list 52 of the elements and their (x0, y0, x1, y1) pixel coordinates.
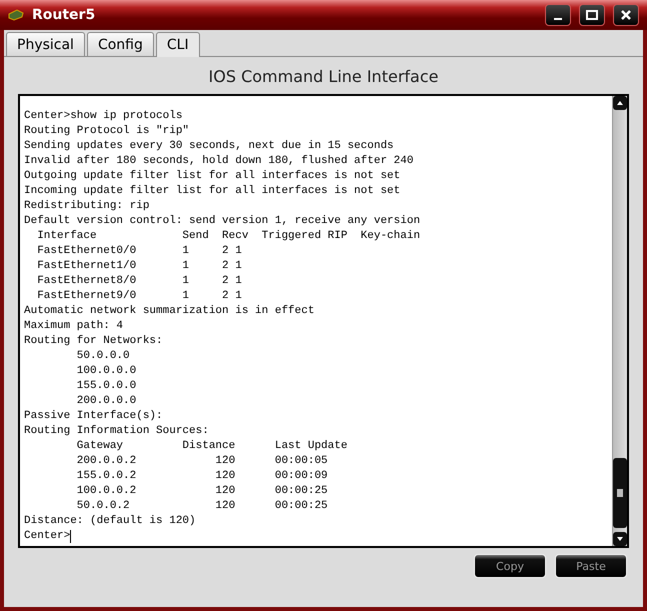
scroll-thumb[interactable] (613, 458, 627, 528)
terminal-line: Sending updates every 30 seconds, next due in 15 seconds (24, 139, 395, 154)
terminal-line: Routing Protocol is "rip" (24, 124, 190, 139)
terminal-line: Distance: (default is 120) (24, 514, 197, 529)
terminal-line: Maximum path: 4 (24, 319, 124, 334)
terminal-line: Routing Information Sources: (24, 424, 210, 439)
close-button[interactable] (613, 4, 639, 26)
terminal-line: 100.0.0.2 120 00:00:25 (76, 484, 329, 499)
terminal-line: 200.0.0.2 120 00:00:05 (76, 454, 329, 469)
terminal-line: Interface Send Recv Triggered RIP Key-chain (36, 229, 422, 244)
terminal-line: 100.0.0.0 (76, 364, 138, 379)
action-button[interactable]: Copy (474, 554, 546, 578)
terminal-line: FastEthernet8/0 1 2 1 (36, 274, 243, 289)
tab[interactable]: Physical (6, 32, 85, 56)
tab[interactable]: CLI (156, 32, 200, 57)
panel-title: IOS Command Line Interface (208, 66, 440, 88)
down-arrow-icon (617, 537, 623, 541)
terminal-line: 155.0.0.0 (76, 379, 138, 394)
tab[interactable]: Config (86, 32, 154, 56)
terminal-line: 200.0.0.0 (76, 394, 138, 409)
window-title: Router5 (32, 7, 96, 23)
minimize-button[interactable] (545, 4, 571, 26)
maximize-button[interactable] (579, 4, 605, 26)
terminal-line: Routing for Networks: (24, 334, 164, 349)
terminal[interactable] (18, 94, 629, 548)
terminal-line: Invalid after 180 seconds, hold down 180, flushed after 240 (24, 154, 414, 169)
terminal-line: 50.0.0.0 (76, 349, 131, 364)
text-cursor (70, 530, 72, 543)
terminal-line: Outgoing update filter list for all interfaces is not set (24, 169, 402, 184)
terminal-line: FastEthernet1/0 1 2 1 (36, 259, 243, 274)
terminal-line: Redistributing: rip (24, 199, 150, 214)
scrollbar[interactable] (612, 96, 627, 546)
router-icon (8, 8, 24, 22)
terminal-line: Incoming update filter list for all interfaces is not set (24, 184, 402, 199)
terminal-line: Automatic network summarization is in effect (24, 304, 316, 319)
terminal-line: Default version control: send version 1, receive any version (24, 214, 422, 229)
terminal-line: Passive Interface(s): (24, 409, 164, 424)
close-icon (621, 10, 631, 20)
grip-icon (617, 489, 623, 497)
minimize-icon (554, 18, 562, 20)
terminal-line: 155.0.0.2 120 00:00:09 (76, 469, 329, 484)
terminal-line: Center>show ip protocols (24, 109, 184, 124)
terminal-prompt: Center> (24, 529, 70, 544)
terminal-line: FastEthernet9/0 1 2 1 (36, 289, 243, 304)
action-button[interactable]: Paste (555, 554, 627, 578)
terminal-line: Gateway Distance Last Update (76, 439, 348, 454)
terminal-line: 50.0.0.2 120 00:00:25 (76, 499, 329, 514)
scroll-down-button[interactable] (613, 532, 627, 546)
up-arrow-icon (617, 101, 623, 105)
scroll-up-button[interactable] (613, 96, 627, 110)
terminal-line: FastEthernet0/0 1 2 1 (36, 244, 243, 259)
maximize-icon (586, 10, 598, 20)
